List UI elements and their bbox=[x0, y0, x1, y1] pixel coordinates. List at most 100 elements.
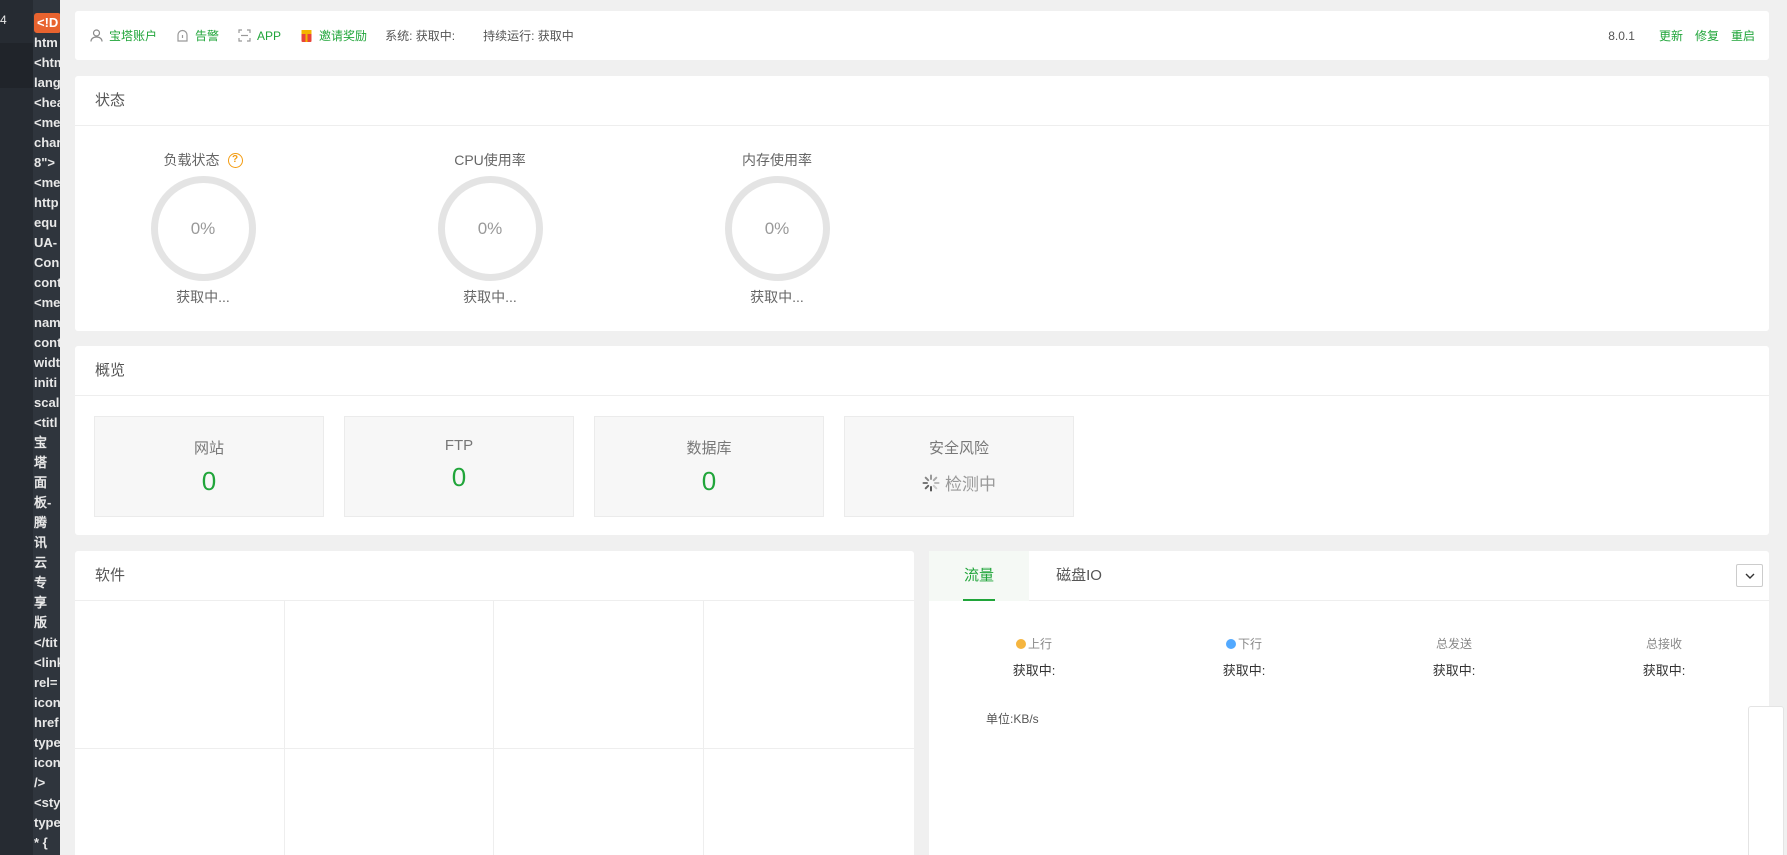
account-link[interactable]: 宝塔账户 bbox=[89, 27, 157, 44]
security-risk-label: 安全风险 bbox=[928, 440, 989, 457]
memory-gauge[interactable]: 内存使用率 0% 获取中... bbox=[707, 150, 847, 307]
load-gauge-ring: 0% bbox=[150, 176, 256, 281]
source-code-line: icon bbox=[34, 695, 60, 710]
source-code-line: 宝 bbox=[34, 435, 48, 450]
download-value: 获取中: bbox=[1222, 663, 1266, 678]
total-received-value: 获取中: bbox=[1642, 663, 1686, 678]
version-text: 8.0.1 bbox=[1608, 28, 1635, 43]
total-sent-label: 总发送 bbox=[1435, 637, 1472, 651]
invite-label: 邀请奖励 bbox=[319, 29, 368, 43]
memory-gauge-ring: 0% bbox=[724, 176, 830, 281]
software-slot[interactable] bbox=[704, 749, 914, 855]
cpu-gauge-label: CPU使用率 bbox=[454, 152, 526, 168]
total-received-stat: 总接收 获取中: bbox=[1559, 635, 1769, 679]
upload-stat: 上行 获取中: bbox=[929, 635, 1139, 679]
restart-link[interactable]: 重启 bbox=[1731, 27, 1755, 44]
source-code-line: widt bbox=[34, 355, 60, 370]
memory-gauge-state: 获取中... bbox=[750, 289, 804, 305]
load-gauge-state: 获取中... bbox=[176, 289, 230, 305]
software-slot[interactable] bbox=[494, 601, 704, 749]
upload-label: 上行 bbox=[1027, 637, 1052, 651]
user-icon bbox=[89, 29, 103, 43]
source-code-line: type bbox=[34, 735, 60, 750]
source-code-line: <hea bbox=[34, 95, 60, 110]
load-gauge[interactable]: 负载状态 ? 0% 获取中... bbox=[133, 150, 273, 307]
source-code-line: nam bbox=[34, 315, 60, 330]
system-info: 系统: 获取中: bbox=[385, 29, 456, 43]
ftp-card[interactable]: FTP 0 bbox=[344, 416, 574, 517]
app-link[interactable]: APP bbox=[237, 29, 281, 43]
software-slot[interactable] bbox=[285, 601, 494, 749]
source-code-line: 享 bbox=[34, 595, 48, 610]
load-gauge-value: 0% bbox=[190, 218, 216, 238]
source-code-line: <me bbox=[34, 295, 60, 310]
security-risk-status: 检测中 bbox=[945, 475, 996, 494]
software-slot[interactable] bbox=[75, 601, 285, 749]
source-code-strip: 4 <!D htm <htm lang <hea <me char 8"> <me http equ… bbox=[0, 0, 60, 855]
ftp-label: FTP bbox=[444, 437, 474, 454]
repair-link[interactable]: 修复 bbox=[1695, 27, 1719, 44]
source-code-line: <sty bbox=[34, 795, 60, 810]
source-code-line: <me bbox=[34, 175, 60, 190]
source-code-line: 板- bbox=[34, 495, 52, 510]
line-number: 4 bbox=[0, 13, 7, 27]
software-slot[interactable] bbox=[285, 749, 494, 855]
source-code-line: <link bbox=[34, 655, 60, 670]
traffic-panel: 流量 磁盘IO 上行 获取中: 下行 获取中: 总发送 获取中: 总接收 获取中… bbox=[929, 551, 1769, 855]
cpu-gauge-value: 0% bbox=[477, 218, 503, 238]
update-link[interactable]: 更新 bbox=[1659, 27, 1683, 44]
overview-title: 概览 bbox=[75, 346, 1769, 396]
source-code-line: * { bbox=[34, 835, 48, 850]
help-icon[interactable]: ? bbox=[227, 152, 243, 168]
overview-panel: 概览 网站 0 FTP 0 数据库 0 安全风险 检测中 bbox=[75, 346, 1769, 535]
source-code-line: Con bbox=[34, 255, 60, 270]
software-slot[interactable] bbox=[494, 749, 704, 855]
source-code-line: 塔 bbox=[34, 455, 48, 470]
source-code-line: 腾 bbox=[34, 515, 48, 530]
download-stat: 下行 获取中: bbox=[1139, 635, 1349, 679]
software-slot[interactable] bbox=[704, 601, 914, 749]
status-panel: 状态 负载状态 ? 0% 获取中... CPU使用率 0% 获取中... 内存使… bbox=[75, 76, 1769, 331]
source-code-line: lang bbox=[34, 75, 60, 90]
cpu-gauge[interactable]: CPU使用率 0% 获取中... bbox=[420, 150, 560, 307]
database-card[interactable]: 数据库 0 bbox=[594, 416, 824, 517]
database-count: 0 bbox=[701, 466, 717, 496]
alarm-link[interactable]: 告警 bbox=[175, 27, 219, 44]
alarm-label: 告警 bbox=[195, 29, 220, 43]
software-title: 软件 bbox=[75, 551, 914, 601]
total-received-label: 总接收 bbox=[1645, 637, 1682, 651]
tab-traffic[interactable]: 流量 bbox=[929, 551, 1029, 601]
source-code-line: 专 bbox=[34, 575, 48, 590]
website-count: 0 bbox=[201, 466, 217, 496]
download-label: 下行 bbox=[1237, 637, 1262, 651]
source-code-line: 云 bbox=[34, 555, 48, 570]
security-risk-card[interactable]: 安全风险 检测中 bbox=[844, 416, 1074, 517]
memory-gauge-value: 0% bbox=[764, 218, 790, 238]
total-sent-value: 获取中: bbox=[1432, 663, 1476, 678]
tab-disk-io[interactable]: 磁盘IO bbox=[1029, 551, 1129, 601]
source-code-line: type bbox=[34, 815, 60, 830]
status-title: 状态 bbox=[75, 76, 1769, 126]
software-slot[interactable] bbox=[75, 749, 285, 855]
invite-link[interactable]: 邀请奖励 bbox=[299, 27, 367, 44]
floating-side-card[interactable] bbox=[1748, 706, 1784, 855]
source-code-line: htm bbox=[34, 35, 58, 50]
loading-spinner-icon bbox=[922, 474, 940, 491]
network-select[interactable] bbox=[1736, 564, 1763, 587]
cpu-gauge-state: 获取中... bbox=[463, 289, 517, 305]
source-code-line: <htm bbox=[34, 55, 60, 70]
software-panel: 软件 bbox=[75, 551, 914, 855]
source-code-line: <titl bbox=[34, 415, 58, 430]
qrcode-icon bbox=[237, 29, 251, 43]
traffic-stats: 上行 获取中: 下行 获取中: 总发送 获取中: 总接收 获取中: bbox=[929, 635, 1769, 679]
alarm-icon bbox=[175, 29, 189, 43]
source-code-line: href bbox=[34, 715, 59, 730]
ftp-count: 0 bbox=[451, 462, 467, 492]
source-code-line: 版 bbox=[34, 615, 48, 630]
source-code-line: icon bbox=[34, 755, 60, 770]
total-sent-stat: 总发送 获取中: bbox=[1349, 635, 1559, 679]
traffic-unit: 单位:KB/s bbox=[986, 712, 1039, 726]
website-card[interactable]: 网站 0 bbox=[94, 416, 324, 517]
source-code-line: 面 bbox=[34, 475, 48, 490]
source-code-line: rel= bbox=[34, 675, 58, 690]
